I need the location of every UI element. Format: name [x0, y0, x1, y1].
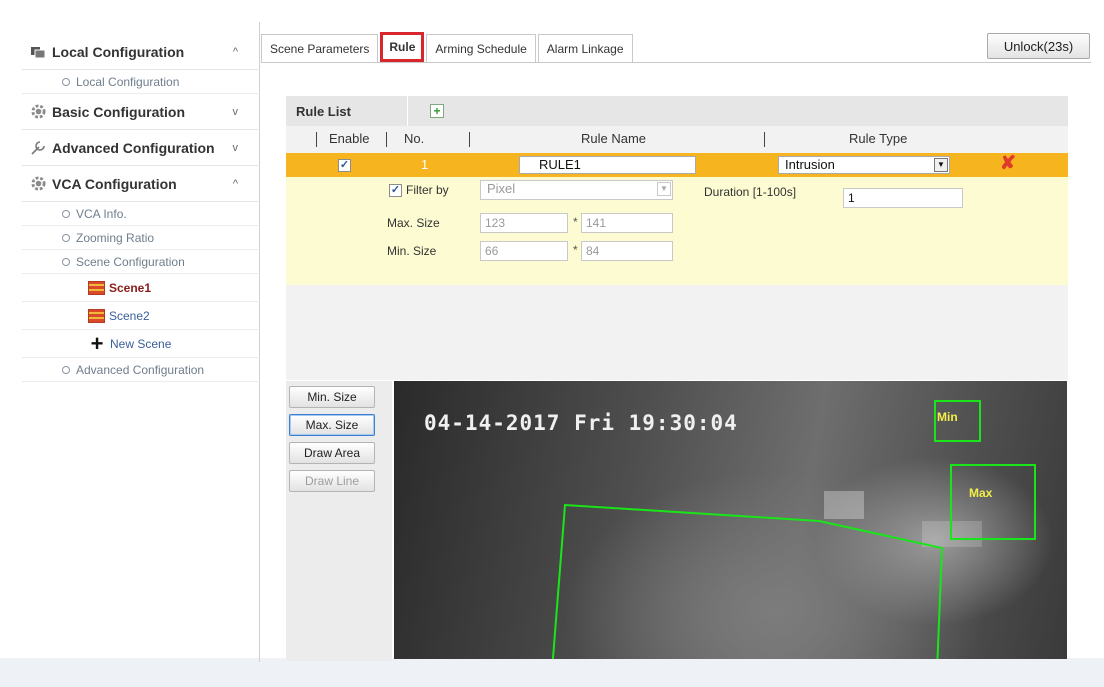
min-size-width-input[interactable]: 66 [480, 241, 568, 261]
nav-item-local-configuration[interactable]: Local Configuration [22, 70, 258, 94]
filter-by-select[interactable]: Pixel ▼ [480, 180, 673, 200]
nav-item-scene-configuration[interactable]: Scene Configuration [22, 250, 258, 274]
chevron-up-icon[interactable]: ^ [233, 46, 238, 58]
rule-table-header: Enable No. Rule Name Rule Type [286, 126, 1068, 152]
brick-wall-icon [88, 308, 105, 323]
column-separator [386, 132, 387, 147]
times-sign: * [573, 215, 578, 229]
rule-type-select[interactable]: Intrusion ▼ [778, 156, 950, 174]
unlock-button[interactable]: Unlock(23s) [987, 33, 1090, 59]
max-size-label: Max. Size [387, 216, 440, 230]
max-size-height-input[interactable]: 141 [581, 213, 673, 233]
live-video[interactable]: 04-14-2017 Fri 19:30:04 Min Max [394, 381, 1067, 659]
rule-list-header: Rule List + [286, 96, 1068, 126]
filter-settings: ✓ Filter by Pixel ▼ Duration [1-100s] 1 … [286, 177, 1068, 285]
scene-label: Scene1 [109, 280, 152, 295]
scene-label: Scene2 [109, 308, 150, 323]
tab-bar: Scene Parameters Rule Arming Schedule Al… [261, 32, 635, 62]
bottom-strip [0, 658, 1104, 687]
draw-line-button[interactable]: Draw Line [289, 470, 375, 492]
drawing-toolbar: Min. Size Max. Size Draw Area Draw Line [286, 381, 392, 661]
tab-arming-schedule[interactable]: Arming Schedule [426, 34, 536, 62]
local-config-icon [30, 44, 46, 60]
bullet-icon [62, 257, 70, 266]
nav-scene-2[interactable]: Scene2 [22, 302, 258, 330]
rule-row[interactable]: ✓ 1 RULE1 Intrusion ▼ ✘ [286, 153, 1068, 177]
column-separator [764, 132, 765, 147]
delete-rule-icon[interactable]: ✘ [1000, 154, 1016, 174]
max-size-width-input[interactable]: 123 [480, 213, 568, 233]
dropdown-arrow-icon[interactable]: ▼ [934, 158, 948, 172]
nav-scene-1[interactable]: Scene1 [22, 274, 258, 302]
tab-bar-underline [261, 62, 1091, 63]
nav-group-vca-configuration[interactable]: VCA Configuration ^ [22, 166, 258, 202]
nav-item-label: Local Configuration [76, 74, 180, 89]
gear-icon [30, 176, 46, 192]
nav-item-label: Advanced Configuration [76, 362, 205, 377]
column-separator [316, 132, 317, 147]
times-sign: * [573, 243, 578, 257]
scene-label: New Scene [110, 336, 172, 351]
bullet-icon [62, 365, 70, 374]
nav-item-advanced-configuration[interactable]: Advanced Configuration [22, 358, 258, 382]
filter-by-value: Pixel [487, 181, 516, 196]
bright-spot [824, 491, 864, 519]
detection-area-polygon[interactable] [551, 503, 944, 659]
min-box-label: Min [937, 410, 958, 424]
duration-input[interactable]: 1 [843, 188, 963, 208]
nav-item-vca-info[interactable]: VCA Info. [22, 202, 258, 226]
rule-overlay[interactable] [394, 381, 1067, 659]
col-rule-type: Rule Type [849, 131, 908, 146]
col-no: No. [404, 131, 425, 146]
min-size-button[interactable]: Min. Size [289, 386, 375, 408]
draw-area-button[interactable]: Draw Area [289, 442, 375, 464]
rule-list-title: Rule List [286, 96, 408, 126]
column-separator [469, 132, 470, 147]
chevron-down-icon[interactable]: v [233, 106, 239, 118]
sidebar-nav: Local Configuration ^ Local Configuratio… [22, 34, 258, 382]
nav-group-label: Advanced Configuration [52, 139, 215, 156]
filter-by-checkbox[interactable]: ✓ [389, 184, 402, 197]
nav-item-label: Zooming Ratio [76, 230, 155, 245]
nav-group-label: Local Configuration [52, 43, 185, 60]
gear-icon [30, 104, 46, 120]
filter-by-label: Filter by [406, 183, 449, 197]
min-size-label: Min. Size [387, 244, 437, 258]
rule-number: 1 [421, 157, 429, 172]
nav-item-label: VCA Info. [76, 206, 127, 221]
max-size-button[interactable]: Max. Size [289, 414, 375, 436]
nav-item-zooming-ratio[interactable]: Zooming Ratio [22, 226, 258, 250]
sidebar-divider [259, 22, 260, 662]
bullet-icon [62, 77, 70, 86]
min-size-height-input[interactable]: 84 [581, 241, 673, 261]
nav-group-basic-configuration[interactable]: Basic Configuration v [22, 94, 258, 130]
tab-scene-parameters[interactable]: Scene Parameters [261, 34, 379, 62]
bullet-icon [62, 209, 70, 218]
tab-rule[interactable]: Rule [380, 32, 425, 62]
col-rule-name: Rule Name [581, 131, 647, 146]
tab-alarm-linkage[interactable]: Alarm Linkage [537, 34, 633, 62]
dropdown-arrow-icon[interactable]: ▼ [657, 182, 671, 196]
wrench-icon [30, 140, 46, 156]
chevron-up-icon[interactable]: ^ [233, 178, 238, 190]
rule-name-input[interactable]: RULE1 [519, 156, 696, 174]
enable-checkbox[interactable]: ✓ [338, 159, 351, 172]
nav-group-advanced-configuration[interactable]: Advanced Configuration v [22, 130, 258, 166]
col-enable: Enable [329, 131, 370, 146]
rule-type-value: Intrusion [785, 157, 835, 172]
plus-icon: + [90, 330, 104, 356]
bullet-icon [62, 233, 70, 242]
nav-item-label: Scene Configuration [76, 254, 185, 269]
max-box-label: Max [969, 486, 993, 500]
brick-wall-icon [88, 280, 105, 295]
add-rule-icon[interactable]: + [430, 104, 444, 118]
nav-group-label: VCA Configuration [52, 175, 177, 192]
nav-new-scene[interactable]: + New Scene [22, 330, 258, 358]
nav-group-local-configuration[interactable]: Local Configuration ^ [22, 34, 258, 70]
chevron-down-icon[interactable]: v [233, 142, 239, 154]
duration-label: Duration [1-100s] [704, 185, 797, 199]
nav-group-label: Basic Configuration [52, 103, 186, 120]
